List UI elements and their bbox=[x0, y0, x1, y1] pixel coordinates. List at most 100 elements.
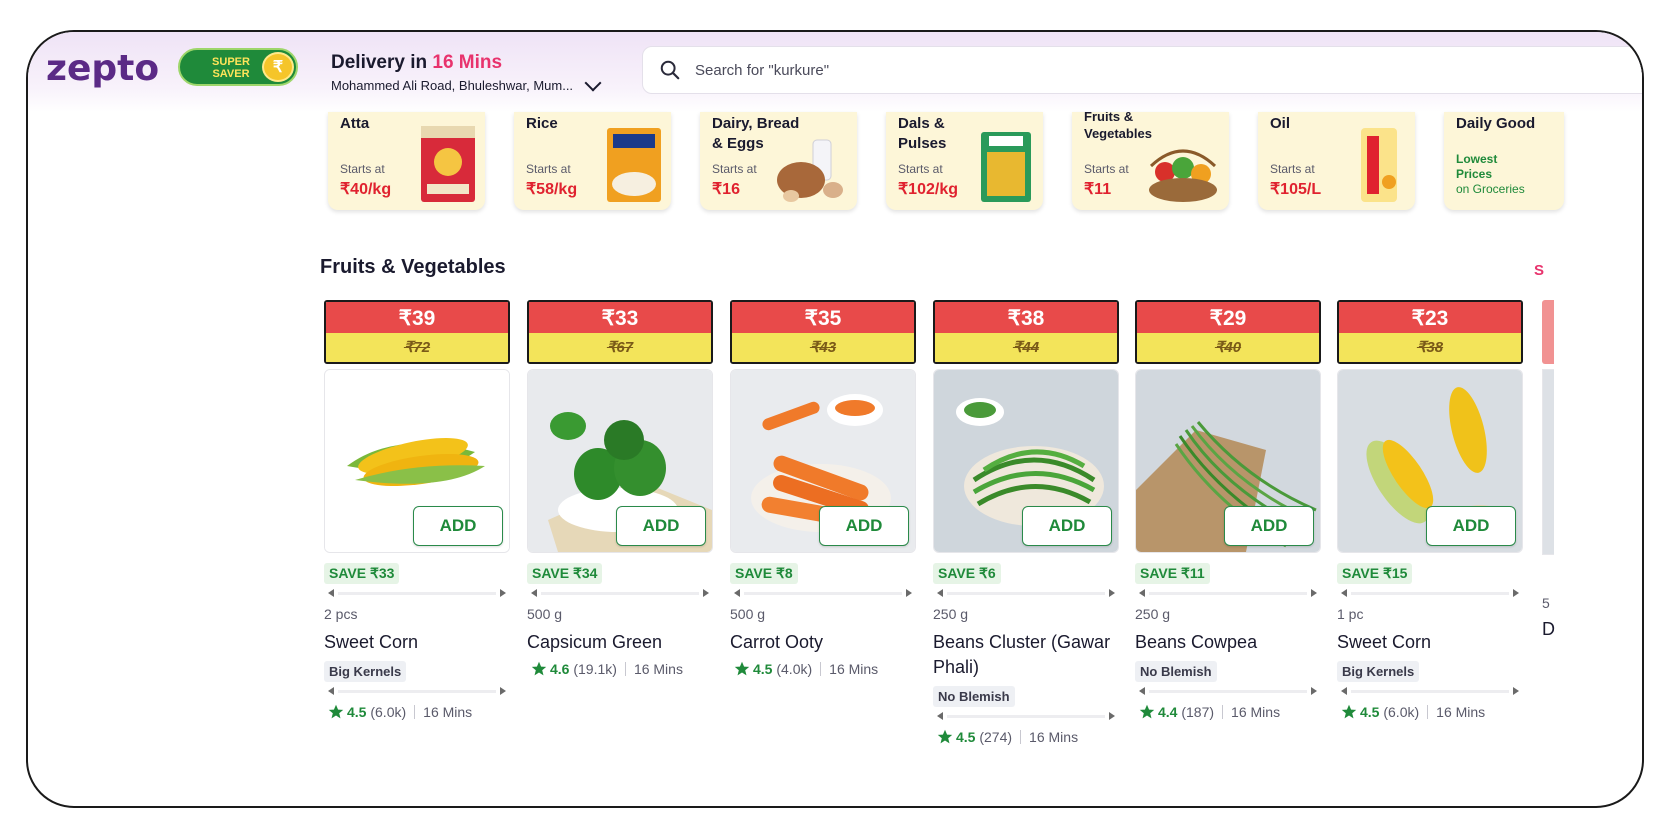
delivery-eta: Delivery in 16 Mins bbox=[331, 52, 503, 73]
super-saver-label: SUPER SAVER bbox=[212, 56, 250, 80]
product-tag: No Blemish bbox=[933, 686, 1015, 707]
product-card[interactable]: ₹29 ₹40 ADD SAVE ₹11 250 g Beans Cowpea … bbox=[1135, 300, 1321, 720]
tag-scroller[interactable] bbox=[933, 709, 1119, 723]
caret-left-icon bbox=[531, 589, 537, 597]
product-card[interactable]: ₹33 ₹67 ADD SAVE ₹34 500 g Capsicum Gree… bbox=[527, 300, 713, 677]
caret-right-icon bbox=[500, 687, 506, 695]
caret-left-icon bbox=[937, 712, 943, 720]
product-card[interactable]: ₹39 ₹72 ADD SAVE ₹33 2 pcs Sweet Corn Bi… bbox=[324, 300, 510, 720]
category-rice[interactable]: Rice Starts at ₹58/kg bbox=[514, 112, 671, 210]
save-badge: SAVE ₹6 bbox=[933, 563, 1001, 584]
add-to-cart-button[interactable]: ADD bbox=[413, 506, 503, 546]
save-badge: SAVE ₹33 bbox=[324, 563, 400, 584]
add-to-cart-button[interactable]: ADD bbox=[819, 506, 909, 546]
caret-left-icon bbox=[1341, 589, 1347, 597]
tag-scroller[interactable] bbox=[324, 684, 510, 698]
product-quantity: 2 pcs bbox=[324, 606, 358, 622]
category-dals-pulses[interactable]: Dals & Pulses Starts at ₹102/kg bbox=[886, 112, 1043, 210]
save-badge: SAVE ₹11 bbox=[1135, 563, 1210, 584]
save-badge: SAVE ₹34 bbox=[527, 563, 603, 584]
selling-price: ₹39 bbox=[326, 302, 508, 333]
star-icon bbox=[734, 661, 750, 676]
product-name[interactable]: Sweet Corn bbox=[1337, 630, 1523, 655]
star-icon bbox=[328, 704, 344, 719]
product-image[interactable]: ADD bbox=[1135, 369, 1321, 553]
product-quantity: 500 g bbox=[730, 606, 766, 622]
mrp-price: ₹43 bbox=[732, 333, 914, 362]
badge-scroller[interactable] bbox=[730, 586, 916, 600]
caret-left-icon bbox=[328, 687, 334, 695]
mrp-price: ₹72 bbox=[326, 333, 508, 362]
mrp-price: ₹38 bbox=[1339, 333, 1521, 362]
caret-left-icon bbox=[1139, 589, 1145, 597]
section-title: Fruits & Vegetables bbox=[320, 256, 506, 278]
product-tag: Big Kernels bbox=[324, 661, 407, 682]
tag-scroller[interactable] bbox=[1135, 684, 1321, 698]
add-to-cart-button[interactable]: ADD bbox=[1224, 506, 1314, 546]
product-card[interactable]: ₹38 ₹44 ADD SAVE ₹6 250 g Beans Cluster … bbox=[933, 300, 1119, 745]
badge-scroller[interactable] bbox=[1337, 586, 1523, 600]
caret-right-icon bbox=[1109, 712, 1115, 720]
price-tag: ₹33 ₹67 bbox=[527, 300, 713, 364]
caret-right-icon bbox=[500, 589, 506, 597]
product-rating: 4.6 (19.1k) 16 Mins bbox=[527, 661, 713, 677]
product-quantity: 5 bbox=[1542, 595, 1550, 611]
add-to-cart-button[interactable]: ADD bbox=[1022, 506, 1112, 546]
rice-pack-image bbox=[607, 128, 661, 202]
address-selector[interactable]: Mohammed Ali Road, Bhuleshwar, Mum... bbox=[331, 74, 602, 93]
badge-scroller[interactable] bbox=[324, 586, 510, 600]
dairy-bread-image bbox=[777, 139, 843, 202]
rupee-coin-icon: ₹ bbox=[262, 52, 294, 82]
product-card[interactable]: ₹23 ₹38 ADD SAVE ₹15 1 pc Sweet Corn Big… bbox=[1337, 300, 1523, 720]
product-image[interactable]: ADD bbox=[730, 369, 916, 553]
zepto-logo[interactable]: zepto bbox=[46, 48, 159, 89]
category-daily-good[interactable]: Daily Good Lowest Prices on Groceries bbox=[1444, 112, 1564, 210]
product-rating: 4.5 (6.0k) 16 Mins bbox=[324, 704, 510, 720]
price-tag: ₹29 ₹40 bbox=[1135, 300, 1321, 364]
star-icon bbox=[531, 661, 547, 676]
product-name[interactable]: Beans Cluster (Gawar Phali) bbox=[933, 630, 1119, 680]
delivery-time: 16 Mins bbox=[432, 52, 503, 73]
star-icon bbox=[937, 729, 953, 744]
product-tag: No Blemish bbox=[1135, 661, 1217, 682]
product-image[interactable]: ADD bbox=[324, 369, 510, 553]
atta-pack-image bbox=[421, 126, 475, 202]
selling-price: ₹38 bbox=[935, 302, 1117, 333]
caret-left-icon bbox=[937, 589, 943, 597]
product-card[interactable]: ₹35 ₹43 ADD SAVE ₹8 500 g Carrot Ooty 4.… bbox=[730, 300, 916, 677]
badge-scroller[interactable] bbox=[527, 586, 713, 600]
product-image[interactable]: ADD bbox=[933, 369, 1119, 553]
product-image[interactable]: ADD bbox=[1337, 369, 1523, 553]
product-quantity: 250 g bbox=[1135, 606, 1171, 622]
add-to-cart-button[interactable]: ADD bbox=[616, 506, 706, 546]
price-tag: ₹39 ₹72 bbox=[324, 300, 510, 364]
category-fruits-vegetables[interactable]: Fruits & Vegetables Starts at ₹11 bbox=[1072, 112, 1229, 210]
product-rating: 4.4 (187) 16 Mins bbox=[1135, 704, 1321, 720]
product-image[interactable]: ADD bbox=[527, 369, 713, 553]
search-input[interactable]: Search for "kurkure" bbox=[695, 62, 829, 79]
product-rating: 4.5 (4.0k) 16 Mins bbox=[730, 661, 916, 677]
caret-right-icon bbox=[1311, 589, 1317, 597]
app-frame: zepto SUPER SAVER ₹ Delivery in 16 Mins … bbox=[26, 30, 1644, 808]
tag-scroller[interactable] bbox=[1337, 684, 1523, 698]
category-oil[interactable]: Oil Starts at ₹105/L bbox=[1258, 112, 1415, 210]
category-atta[interactable]: Atta Starts at ₹40/kg bbox=[328, 112, 485, 210]
super-saver-toggle[interactable]: SUPER SAVER ₹ bbox=[178, 48, 298, 86]
caret-left-icon bbox=[1139, 687, 1145, 695]
product-name[interactable]: Sweet Corn bbox=[324, 630, 510, 655]
product-name[interactable]: Carrot Ooty bbox=[730, 630, 916, 655]
badge-scroller[interactable] bbox=[1135, 586, 1321, 600]
vegetable-basket-image bbox=[1149, 149, 1217, 202]
dal-pack-image bbox=[981, 132, 1031, 202]
category-dairy-bread-eggs[interactable]: Dairy, Bread & Eggs Starts at ₹16 bbox=[700, 112, 857, 210]
product-name[interactable]: Beans Cowpea bbox=[1135, 630, 1321, 655]
product-card-partial[interactable]: 5 D bbox=[1542, 300, 1555, 640]
product-quantity: 500 g bbox=[527, 606, 563, 622]
badge-scroller[interactable] bbox=[933, 586, 1119, 600]
see-all-link[interactable]: S bbox=[1534, 262, 1544, 279]
product-tag: Big Kernels bbox=[1337, 661, 1420, 682]
add-to-cart-button[interactable]: ADD bbox=[1426, 506, 1516, 546]
caret-right-icon bbox=[906, 589, 912, 597]
search-bar[interactable]: Search for "kurkure" bbox=[642, 46, 1642, 94]
product-name[interactable]: Capsicum Green bbox=[527, 630, 713, 655]
